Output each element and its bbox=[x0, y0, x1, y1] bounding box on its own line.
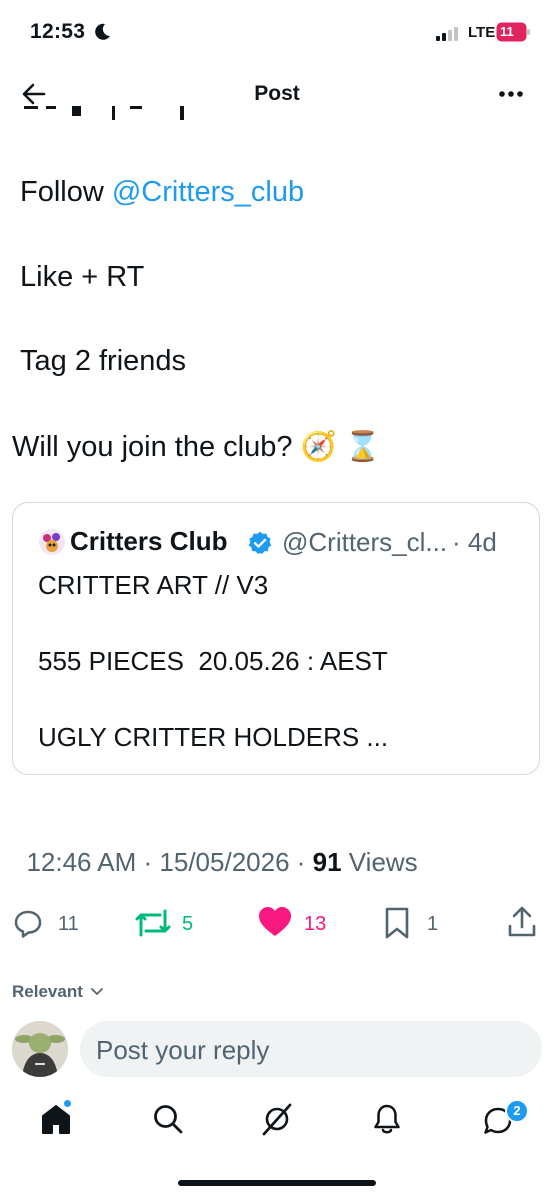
chevron-down-icon bbox=[90, 988, 103, 996]
page-title: Post bbox=[254, 82, 300, 105]
battery-icon: 11 bbox=[496, 22, 530, 42]
grok-icon[interactable] bbox=[260, 1102, 294, 1136]
network-type: LTE bbox=[468, 24, 496, 41]
notifications-bell-icon[interactable] bbox=[372, 1102, 402, 1136]
reply-sort-dropdown[interactable]: Relevant bbox=[12, 982, 104, 1002]
reply-count: 11 bbox=[58, 913, 79, 935]
quote-text-line: CRITTER ART // V3 bbox=[38, 570, 269, 600]
repost-count: 5 bbox=[182, 913, 194, 935]
bookmark-icon[interactable] bbox=[382, 906, 412, 940]
more-options-icon[interactable] bbox=[496, 82, 526, 106]
signal-icon bbox=[436, 27, 458, 41]
like-heart-icon[interactable] bbox=[257, 905, 293, 939]
reply-input[interactable]: Post your reply bbox=[80, 1021, 542, 1077]
reply-sort-label: Relevant bbox=[12, 982, 83, 1001]
quote-text-line: UGLY CRITTER HOLDERS ... bbox=[38, 722, 389, 752]
views-count: 91 bbox=[312, 847, 342, 877]
home-indicator bbox=[178, 1180, 376, 1186]
post-meta: 12:46 AM · 15/05/2026 · 91 Views bbox=[12, 816, 418, 878]
quote-text-line: 555 PIECES 20.05.26 : AEST bbox=[38, 646, 388, 676]
clipped-text-line bbox=[20, 106, 220, 128]
views-label: Views bbox=[341, 847, 418, 877]
bookmark-count: 1 bbox=[427, 913, 439, 935]
post-line-join: Will you join the club? 🧭 ⌛ bbox=[12, 431, 381, 463]
moon-icon bbox=[95, 23, 110, 40]
avatar bbox=[38, 528, 66, 556]
post-line-tag: Tag 2 friends bbox=[20, 345, 187, 377]
follow-text: Follow bbox=[20, 176, 112, 208]
battery-level: 11 bbox=[500, 24, 514, 39]
status-time: 12:53 bbox=[30, 20, 86, 43]
post-line-follow: Follow @Critters_club bbox=[20, 176, 304, 209]
post-timestamp: 12:46 AM · 15/05/2026 · bbox=[26, 847, 313, 877]
quote-author-name: Critters Club bbox=[70, 526, 228, 556]
share-icon[interactable] bbox=[506, 905, 538, 939]
home-notification-dot bbox=[64, 1100, 71, 1107]
repost-icon[interactable] bbox=[134, 905, 172, 941]
mention-link[interactable]: @Critters_club bbox=[112, 176, 304, 208]
verified-badge-icon bbox=[248, 531, 272, 555]
post-line-like: Like + RT bbox=[20, 261, 145, 293]
reply-icon[interactable] bbox=[12, 908, 44, 940]
home-icon[interactable] bbox=[40, 1102, 72, 1136]
messages-badge: 2 bbox=[505, 1099, 529, 1123]
quote-author-handle: @Critters_cl... bbox=[282, 527, 448, 557]
quote-timestamp: · 4d bbox=[452, 527, 497, 557]
reply-placeholder: Post your reply bbox=[96, 1035, 270, 1065]
like-count: 13 bbox=[304, 913, 327, 935]
search-icon[interactable] bbox=[152, 1103, 184, 1135]
user-avatar bbox=[12, 1021, 68, 1077]
